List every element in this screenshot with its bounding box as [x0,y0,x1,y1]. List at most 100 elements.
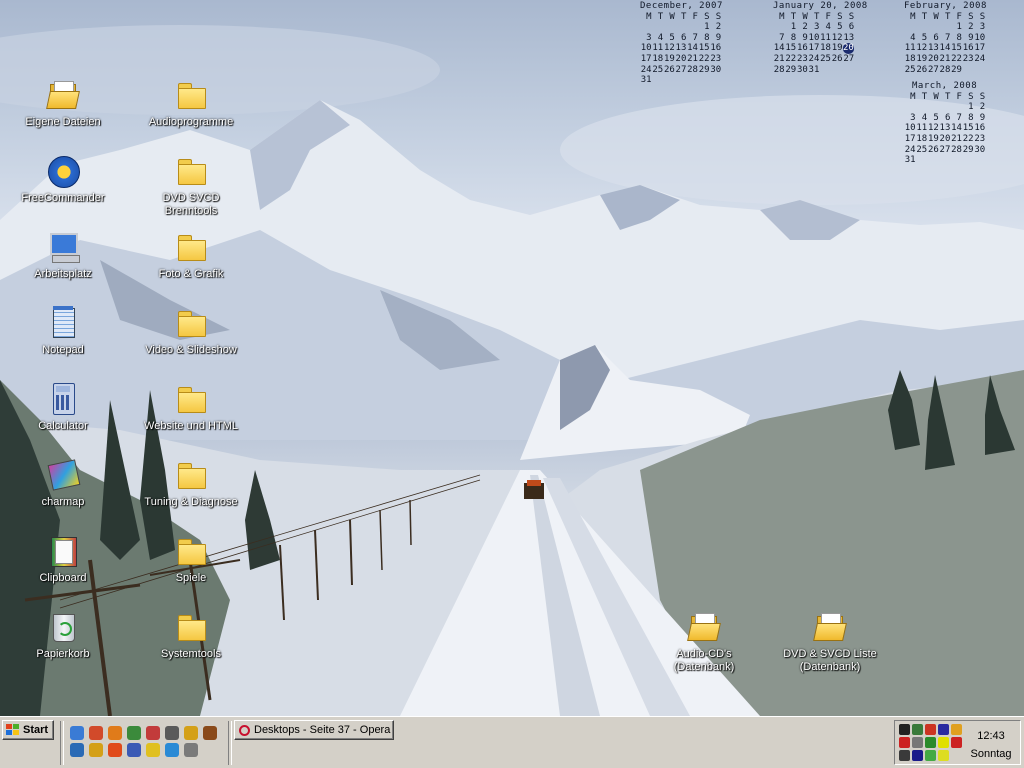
quick-launch-icon[interactable] [146,743,160,757]
calendar-day: 19 [927,133,939,144]
calendar-day: 21 [687,53,698,64]
desktop-icon-notepad[interactable]: Notepad [8,306,118,357]
tray-clock[interactable]: 12:43 Sonntag [962,727,1020,763]
calendar-day: 25 [820,53,831,64]
desktop-icon-recycle-bin[interactable]: Papierkorb [8,610,118,661]
calendar-day: 15 [698,43,710,54]
desktop-item-dvd-svcd-liste[interactable]: DVD & SVCD Liste (Datenbank) [775,610,885,674]
quick-launch-icon[interactable] [89,743,103,757]
calendar-weekday: S [979,91,986,102]
tray-icon[interactable] [912,737,923,748]
calendar-weekday: F [956,11,962,22]
calendar-day: 15 [785,43,797,54]
quick-launch-icon[interactable] [127,726,141,740]
quick-launch-icon[interactable] [146,726,160,740]
desktop-folder-systemtools[interactable]: Systemtools [136,610,246,661]
calendar-weekday: T [680,11,687,22]
calendar-day: 31 [640,75,652,86]
calendar-day: 6 [680,32,687,43]
calendar-day: 8 [956,32,962,43]
tray-icon[interactable] [912,724,923,735]
calendar-day [904,22,916,33]
calendar-day: 22 [698,53,710,64]
quick-launch-icon[interactable] [203,726,217,740]
calendar-weekday: S [979,11,986,22]
calendar-week-row: 12 [904,102,985,113]
desktop-icon-freecommander[interactable]: FreeCommander [8,154,118,205]
calendar-day: 22 [962,133,974,144]
calendar-day [675,22,687,33]
desktop-folder-website-html[interactable]: Website und HTML [136,382,246,433]
start-button[interactable]: Start [2,720,54,740]
desktop-folder-foto-grafik[interactable]: Foto & Grafik [136,230,246,281]
desktop-icon-my-computer[interactable]: Arbeitsplatz [8,230,118,281]
tray-icon[interactable] [899,724,910,735]
desktop-folder-audioprogramme[interactable]: Audioprogramme [136,78,246,129]
calendar-day: 16 [974,123,986,134]
calendar-weekday: T [921,91,928,102]
tray-icon[interactable] [938,737,949,748]
calendar-weekday: W [669,11,675,22]
desktop-icon-label: DVD SVCD Brenntools [162,192,220,217]
calendar-day: 26 [927,144,939,155]
calendar-day: 21 [951,133,962,144]
tray-icon[interactable] [925,737,936,748]
tray-icon[interactable] [925,724,936,735]
desktop-item-audio-cds-datenbank[interactable]: Audio-CD's (Datenbank) [645,610,763,674]
calendar-day: 1 [790,22,797,33]
calendar-day: 25 [652,64,664,75]
desktop-icon-my-documents[interactable]: Eigene Dateien [8,78,118,129]
calendar-day: 30 [710,64,722,75]
quick-launch-icon[interactable] [89,726,103,740]
calendar-day [663,22,675,33]
calendar-weekday: S [968,11,974,22]
desktop-icon-calculator[interactable]: Calculator [8,382,118,433]
calendar-day: 4 [657,32,664,43]
desktop-icon-label: Foto & Grafik [158,268,224,280]
tray-icon[interactable] [899,737,910,748]
calendar-day: 9 [715,32,722,43]
quick-launch-icon[interactable] [165,726,179,740]
desktop-icon-charmap[interactable]: charmap [8,458,118,509]
calendar-weekday: W [933,91,939,102]
calendar-day: 8 [968,112,974,123]
calendar-day: 13 [843,32,855,43]
taskbar-button-opera[interactable]: Desktops - Seite 37 - Opera [234,720,394,740]
calendar-day: 22 [951,53,962,64]
tray-icon[interactable] [938,724,949,735]
tray-icon[interactable] [951,724,962,735]
calendar-weekday: F [825,11,831,22]
desktop-folder-tuning-diagnose[interactable]: Tuning & Diagnose [136,458,246,509]
my-documents-icon [46,78,80,112]
tray-icon[interactable] [951,737,962,748]
calendar-weekday-row: MTWTFSS [904,12,987,23]
calendar-day: 31 [808,64,820,75]
calendar-day: 20 [842,43,855,54]
calendar-week-row: 123 [904,22,987,33]
quick-launch-icon[interactable] [108,743,122,757]
tray-icon[interactable] [925,750,936,761]
calendar-weekday-row: MTWTFSS [773,12,868,23]
tray-icon[interactable] [912,750,923,761]
desktop-folder-dvd-svcd-brenntools[interactable]: DVD SVCD Brenntools [136,154,246,218]
desktop-icon-label: Video & Slideshow [145,344,237,356]
folder-icon [174,306,208,340]
quick-launch-icon[interactable] [70,726,84,740]
my-computer-icon [46,230,80,264]
quick-launch-icon[interactable] [184,726,198,740]
calendar-day: 18 [820,43,831,54]
calendar-day: 7 [956,112,962,123]
quick-launch-icon[interactable] [184,743,198,757]
tray-icon[interactable] [938,750,949,761]
calendar-day: 16 [962,43,974,54]
quick-launch-icon[interactable] [165,743,179,757]
tray-icon[interactable] [899,750,910,761]
calendar-day: 9 [968,32,974,43]
desktop-folder-video-slideshow[interactable]: Video & Slideshow [136,306,246,357]
quick-launch-icon[interactable] [108,726,122,740]
quick-launch-icon[interactable] [127,743,141,757]
desktop-icon-clipboard[interactable]: Clipboard [8,534,118,585]
folder-icon [174,610,208,644]
quick-launch-icon[interactable] [70,743,84,757]
desktop-folder-spiele[interactable]: Spiele [136,534,246,585]
